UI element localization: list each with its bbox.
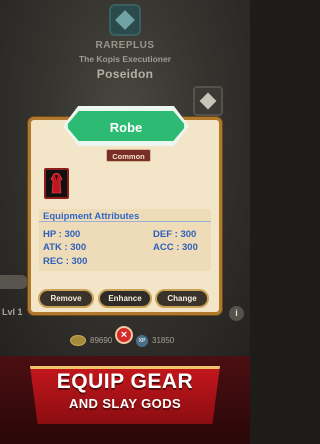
gold-amount: 89690 [90,336,113,345]
stat-def: DEF : 300 [153,229,197,240]
stat-hp: HP : 300 [43,229,81,240]
stat-acc: ACC : 300 [153,242,198,253]
stat-atk: ATK : 300 [43,242,87,253]
remove-button[interactable]: Remove [38,289,94,308]
promo-subheadline: AND SLAY GODS [68,396,182,411]
hero-name: Poseidon [96,67,154,81]
close-icon[interactable]: × [115,326,133,344]
xp-icon: XP [136,335,148,347]
level-label: Lvl 1 [2,307,23,317]
side-gem-icon[interactable] [193,86,223,116]
item-name-banner: Robe [66,109,186,143]
robe-icon [50,173,63,194]
side-tab[interactable] [0,275,28,289]
stat-rec: REC : 300 [43,256,88,267]
attributes-divider [39,221,211,222]
info-button[interactable]: i [229,306,244,321]
gold-coin-icon [70,335,86,346]
xp-amount: 31850 [152,336,175,345]
promo-headline: EQUIP GEAR [56,370,194,393]
hero-title: The Kopis Executioner [78,54,172,64]
enhance-button[interactable]: Enhance [98,289,152,308]
hero-rarity: RAREPLUS [95,40,155,51]
change-button[interactable]: Change [155,289,209,308]
item-slot [44,168,69,199]
rarity-badge: Common [106,149,151,162]
gem-slot-icon[interactable] [109,4,141,36]
